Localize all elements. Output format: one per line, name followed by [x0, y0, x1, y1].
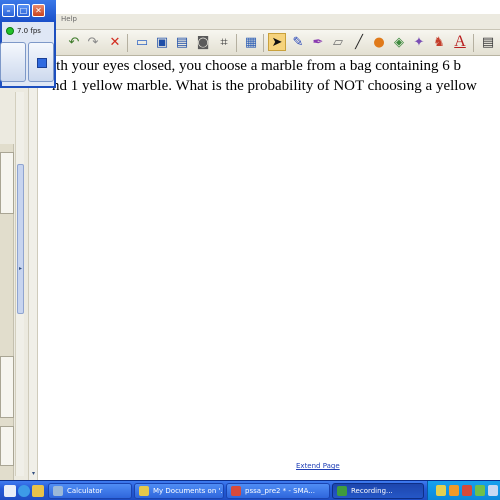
smart-notebook-icon	[231, 486, 241, 496]
eraser-icon[interactable]: ▱	[329, 33, 347, 51]
question-line: nd 1 yellow marble. What is the probabil…	[52, 78, 477, 94]
dual-display-icon[interactable]: ▤	[173, 33, 191, 51]
extend-page-link[interactable]: Extend Page	[296, 462, 340, 470]
tray-icon[interactable]	[475, 485, 485, 496]
minimize-icon: –	[6, 6, 11, 15]
taskbar-button-label: My Documents on '...	[153, 487, 224, 495]
table-icon[interactable]: ▦	[242, 33, 260, 51]
line-icon[interactable]: ╱	[350, 33, 368, 51]
delete-icon[interactable]: ✕	[106, 33, 124, 51]
text-icon[interactable]: A	[451, 33, 469, 51]
fill-icon[interactable]: ◈	[390, 33, 408, 51]
toolbar: ↶ ↷ ✕ ▭ ▣ ▤ ◙ ⌗ ▦ ➤ ✎ ✒ ▱ ╱ ● ◈ ✦ ♞ A ▤	[55, 30, 500, 56]
toolbar-separator	[127, 34, 128, 52]
tray-icon[interactable]	[449, 485, 459, 496]
question-text: ith your eyes closed, you choose a marbl…	[52, 56, 500, 96]
scroll-down-icon[interactable]: ▾	[29, 469, 38, 478]
taskbar: Calculator My Documents on '... pssa_pre2 …	[0, 480, 500, 500]
fps-readout: 7.0 fps	[17, 27, 41, 35]
close-icon: ✕	[35, 6, 42, 15]
properties-icon[interactable]: ♞	[430, 33, 448, 51]
toolbar-separator	[473, 34, 474, 52]
recorder-window: – □ ✕ 7.0 fps	[0, 0, 56, 88]
display-icon[interactable]: ▣	[153, 33, 171, 51]
page-scrollbar[interactable]: ▾	[28, 56, 38, 480]
toolbar-separator	[236, 34, 237, 52]
browser-icon[interactable]	[18, 485, 30, 497]
more-icon[interactable]: ▤	[479, 33, 497, 51]
minimize-button[interactable]: –	[2, 4, 15, 17]
menu-bar: Help	[0, 14, 500, 30]
magic-pen-icon[interactable]: ✦	[410, 33, 428, 51]
screen-capture-icon[interactable]: ⌗	[215, 33, 233, 51]
tray-icon[interactable]	[462, 485, 472, 496]
redo-icon[interactable]: ↷	[84, 33, 102, 51]
tray-icon[interactable]	[436, 485, 446, 496]
recorder-status: 7.0 fps	[6, 24, 54, 38]
taskbar-button[interactable]: Recording...	[332, 483, 424, 499]
stop-icon	[37, 58, 47, 68]
recorder-titlebar[interactable]: – □ ✕	[0, 0, 56, 22]
maximize-icon: □	[19, 6, 28, 15]
tray-icon[interactable]	[488, 485, 498, 496]
pen-icon[interactable]: ✎	[289, 33, 307, 51]
side-panel-scroll-thumb[interactable]	[17, 164, 24, 314]
recording-status-icon	[6, 27, 14, 35]
taskbar-button-label: Calculator	[67, 487, 103, 495]
folder-icon	[139, 486, 149, 496]
show-desktop-icon[interactable]	[4, 485, 16, 497]
question-line: ith your eyes closed, you choose a marbl…	[52, 58, 462, 74]
taskbar-button-label: Recording...	[351, 487, 393, 495]
taskbar-button-label: pssa_pre2 * - SMA...	[245, 487, 315, 495]
taskbar-button[interactable]: My Documents on '...	[134, 483, 224, 499]
capture-icon[interactable]: ◙	[194, 33, 212, 51]
side-panel-arrow-icon[interactable]: ▸	[16, 264, 25, 273]
maximize-button[interactable]: □	[17, 4, 30, 17]
select-icon[interactable]: ➤	[268, 33, 286, 51]
shapes-icon[interactable]: ●	[370, 33, 388, 51]
taskbar-button[interactable]: pssa_pre2 * - SMA...	[226, 483, 330, 499]
quick-launch-icon[interactable]	[32, 485, 44, 497]
pause-button[interactable]	[0, 42, 26, 82]
toolbar-separator	[263, 34, 264, 52]
notebook-page[interactable]: ith your eyes closed, you choose a marbl…	[40, 56, 500, 480]
menu-help[interactable]: Help	[61, 15, 77, 23]
recorder-icon	[337, 486, 347, 496]
undo-icon[interactable]: ↶	[65, 33, 83, 51]
calculator-icon	[53, 486, 63, 496]
side-panel-tab[interactable]	[0, 426, 14, 466]
side-panel-tab[interactable]	[0, 152, 14, 214]
side-panel-scrollbar[interactable]: ▸	[15, 92, 24, 476]
close-button[interactable]: ✕	[32, 4, 45, 17]
taskbar-button[interactable]: Calculator	[48, 483, 132, 499]
side-panel-tab[interactable]	[0, 356, 14, 418]
stop-button[interactable]	[28, 42, 54, 82]
system-tray	[427, 481, 500, 500]
screen: – □ ✕ 7.0 fps Help ↶ ↷ ✕ ▭ ▣ ▤ ◙ ⌗ ▦ ➤ ✎…	[0, 0, 500, 500]
creative-pen-icon[interactable]: ✒	[309, 33, 327, 51]
screen-shade-icon[interactable]: ▭	[133, 33, 151, 51]
